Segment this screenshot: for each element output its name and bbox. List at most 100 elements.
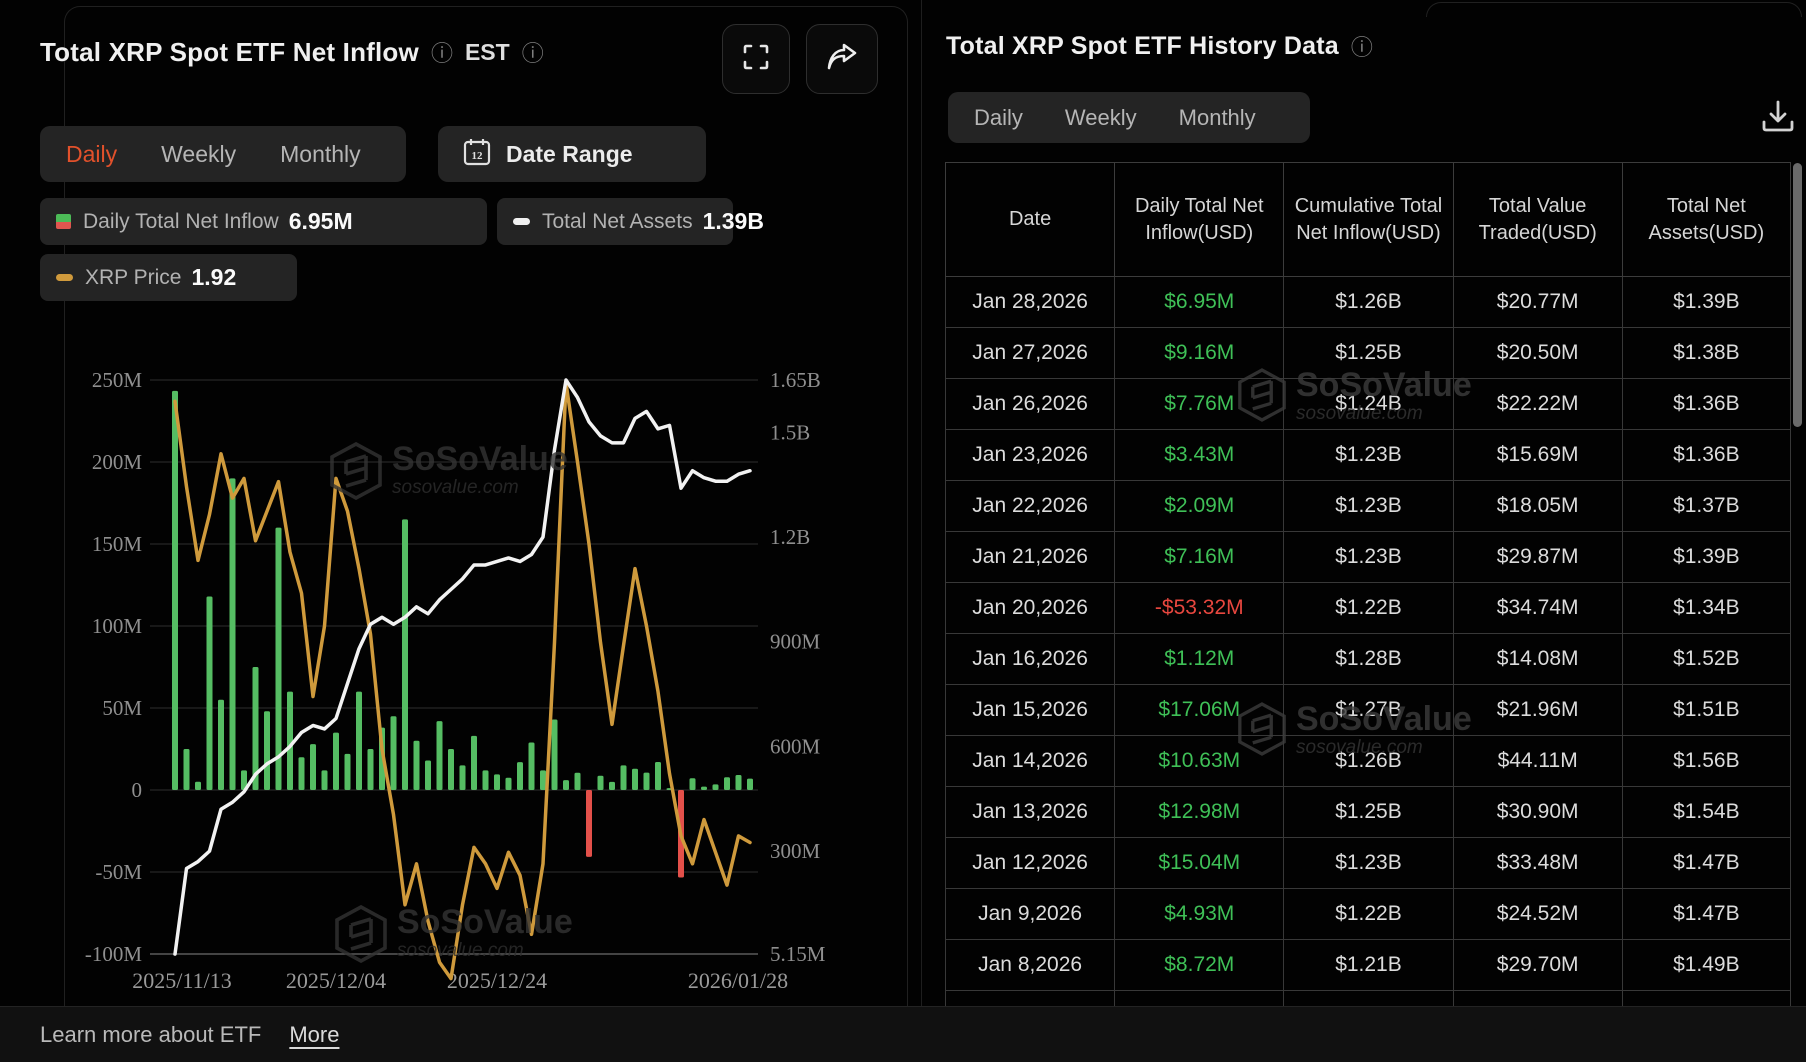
- table-scrollbar[interactable]: [1793, 163, 1802, 427]
- table-row-date: Jan 9,2026: [945, 889, 1115, 940]
- table-cell: $1.47B: [1621, 889, 1791, 940]
- table-row-date: Jan 12,2026: [945, 838, 1115, 889]
- table-cell: $1.28B: [1283, 634, 1453, 685]
- table-cell: $1.23B: [1283, 481, 1453, 532]
- table-cell: $10.63M: [1114, 736, 1284, 787]
- table-cell: $2.09M: [1114, 481, 1284, 532]
- left-axis-tick: 0: [132, 778, 143, 802]
- footer-text: Learn more about ETF: [40, 1022, 262, 1047]
- inflow-chart[interactable]: 250M 200M 150M 100M 50M 0 -50M -100M 1.65B 1.5B 1.…: [0, 0, 920, 1062]
- left-axis-tick: 50M: [102, 696, 142, 720]
- table-cell: $1.27B: [1283, 685, 1453, 736]
- right-axis-tick: 900M: [770, 630, 821, 654]
- table-cell: $44.11M: [1452, 736, 1622, 787]
- table-cell: $18.05M: [1452, 481, 1622, 532]
- table-cell: $1.26B: [1283, 736, 1453, 787]
- table-cell: $1.36B: [1621, 379, 1791, 430]
- table-cell: $1.12M: [1114, 634, 1284, 685]
- table-cell: $29.70M: [1452, 940, 1622, 991]
- table-cell: $7.76M: [1114, 379, 1284, 430]
- column-header: Date: [945, 162, 1115, 277]
- table-row-date: Jan 23,2026: [945, 430, 1115, 481]
- table-cell: $3.43M: [1114, 430, 1284, 481]
- right-axis-tick: 300M: [770, 839, 821, 863]
- table-row-date: Jan 16,2026: [945, 634, 1115, 685]
- download-icon: [1758, 100, 1798, 140]
- left-axis-tick: 100M: [92, 614, 143, 638]
- right-card-edge: [1426, 2, 1802, 17]
- download-button[interactable]: [1758, 96, 1798, 141]
- table-row-date: Jan 13,2026: [945, 787, 1115, 838]
- table-cell: $20.50M: [1452, 328, 1622, 379]
- table-row-date: Jan 27,2026: [945, 328, 1115, 379]
- column-header: Cumulative Total Net Inflow(USD): [1283, 162, 1453, 277]
- table-row-date: Jan 26,2026: [945, 379, 1115, 430]
- table-cell: $8.72M: [1114, 940, 1284, 991]
- table-cell: $1.25B: [1283, 328, 1453, 379]
- table-tab-daily[interactable]: Daily: [974, 105, 1023, 131]
- history-table[interactable]: Date Daily Total Net Inflow(USD) Cumulativ…: [945, 162, 1791, 1008]
- footer-more-link[interactable]: More: [289, 1022, 339, 1048]
- table-row-date: Jan 8,2026: [945, 940, 1115, 991]
- table-cell: $7.16M: [1114, 532, 1284, 583]
- table-cell: $14.08M: [1452, 634, 1622, 685]
- column-header: Total Value Traded(USD): [1452, 162, 1622, 277]
- table-tab-monthly[interactable]: Monthly: [1179, 105, 1256, 131]
- table-cell: $15.69M: [1452, 430, 1622, 481]
- table-cell: $1.25B: [1283, 787, 1453, 838]
- table-cell: $1.37B: [1621, 481, 1791, 532]
- right-axis-tick: 1.65B: [770, 368, 821, 392]
- table-title-info-icon[interactable]: ⓘ: [1351, 30, 1373, 62]
- table-cell: $9.16M: [1114, 328, 1284, 379]
- right-axis-tick: 1.5B: [770, 420, 810, 444]
- table-cell: -$53.32M: [1114, 583, 1284, 634]
- etf-dashboard: Total XRP Spot ETF Net Inflow ⓘ EST ⓘ Da…: [0, 0, 1806, 1062]
- column-header: Daily Total Net Inflow(USD): [1114, 162, 1284, 277]
- table-cell: $1.52B: [1621, 634, 1791, 685]
- table-cell: $20.77M: [1452, 277, 1622, 328]
- footer-bar: Learn more about ETF More: [0, 1006, 1806, 1062]
- table-cell: $15.04M: [1114, 838, 1284, 889]
- table-body: Jan 28,2026 $6.95M $1.26B $20.77M $1.39B Jan …: [945, 277, 1791, 1008]
- table-cell: $1.51B: [1621, 685, 1791, 736]
- table-cell: $1.56B: [1621, 736, 1791, 787]
- left-axis-tick: 250M: [92, 368, 143, 392]
- table-cell: $1.23B: [1283, 532, 1453, 583]
- left-axis-tick: 150M: [92, 532, 143, 556]
- column-header: Total Net Assets(USD): [1621, 162, 1791, 277]
- table-cell: $33.48M: [1452, 838, 1622, 889]
- left-axis-tick: -100M: [85, 942, 142, 966]
- table-cell: $12.98M: [1114, 787, 1284, 838]
- table-title: Total XRP Spot ETF History Data: [946, 31, 1339, 60]
- table-row-date: Jan 21,2026: [945, 532, 1115, 583]
- left-axis-tick: 200M: [92, 450, 143, 474]
- table-cell: $1.38B: [1621, 328, 1791, 379]
- table-cell: $1.39B: [1621, 277, 1791, 328]
- x-axis-tick: 2025/12/24: [447, 968, 547, 993]
- x-axis-tick: 2026/01/28: [688, 968, 788, 993]
- right-axis-tick: 5.15M: [770, 942, 826, 966]
- table-cell: $1.49B: [1621, 940, 1791, 991]
- table-cell: $4.93M: [1114, 889, 1284, 940]
- table-cell: $1.23B: [1283, 430, 1453, 481]
- left-axis-tick: -50M: [95, 860, 142, 884]
- table-cell: $1.54B: [1621, 787, 1791, 838]
- table-cell: $1.36B: [1621, 430, 1791, 481]
- table-cell: $1.21B: [1283, 940, 1453, 991]
- table-tab-weekly[interactable]: Weekly: [1065, 105, 1137, 131]
- panel-divider: [921, 0, 922, 1006]
- table-cell: $1.22B: [1283, 583, 1453, 634]
- table-row-date: Jan 14,2026: [945, 736, 1115, 787]
- table-row-date: Jan 22,2026: [945, 481, 1115, 532]
- table-cell: $6.95M: [1114, 277, 1284, 328]
- table-cell: $1.26B: [1283, 277, 1453, 328]
- table-cell: $1.39B: [1621, 532, 1791, 583]
- right-axis-tick: 1.2B: [770, 525, 810, 549]
- table-cell: $1.24B: [1283, 379, 1453, 430]
- table-cell: $22.22M: [1452, 379, 1622, 430]
- x-axis-tick: 2025/11/13: [132, 968, 231, 993]
- table-cell: $24.52M: [1452, 889, 1622, 940]
- table-cell: $34.74M: [1452, 583, 1622, 634]
- x-axis-tick: 2025/12/04: [286, 968, 386, 993]
- table-row-date: Jan 28,2026: [945, 277, 1115, 328]
